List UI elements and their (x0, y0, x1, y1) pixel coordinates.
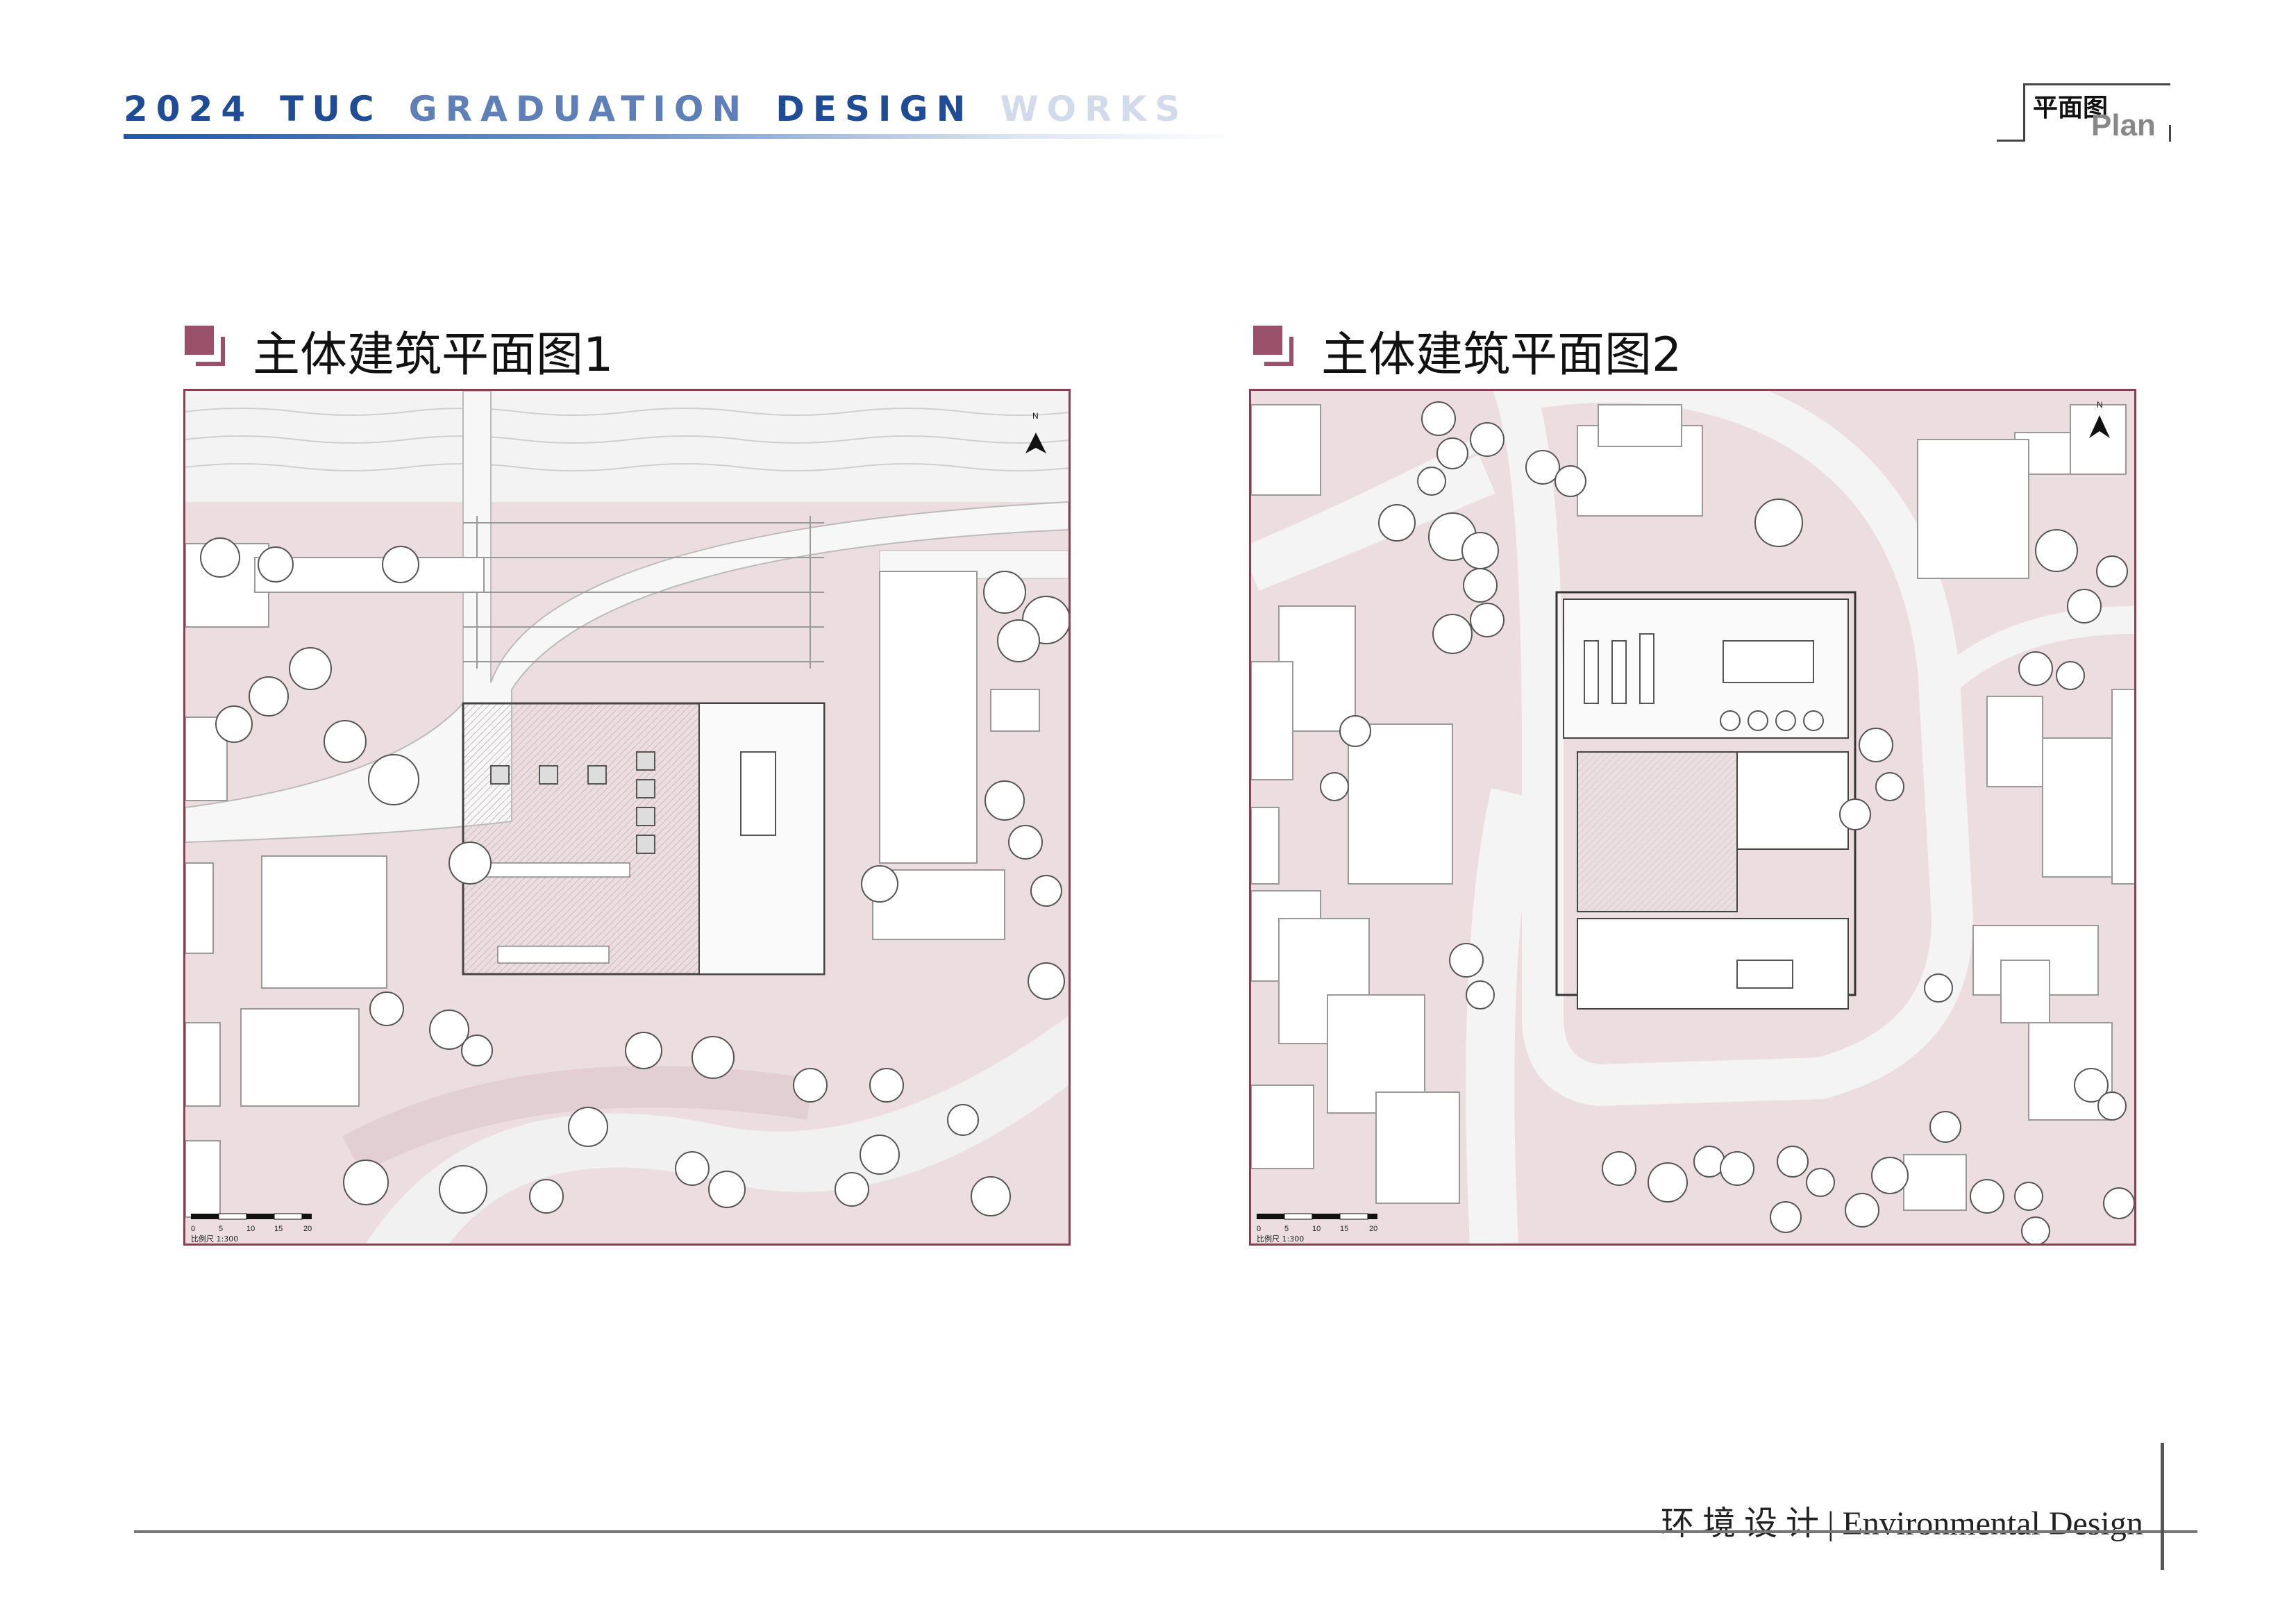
plan-tag-line (2169, 125, 2171, 142)
header-word-graduation: GRADUATION (408, 89, 750, 129)
scale-tick: 20 (1369, 1225, 1377, 1233)
header-word-design: DESIGN (776, 89, 974, 129)
site-plan-1-drawing: N 0 5 10 15 20 比例尺 1:300 (185, 391, 1069, 1244)
footer-vertical-rule (2161, 1443, 2164, 1570)
scale-tick: 10 (1312, 1225, 1321, 1233)
plan-tag-line (1997, 140, 2025, 142)
header-word-year: 2024 (124, 89, 254, 129)
scale-tick: 10 (246, 1225, 255, 1233)
square-bullet-icon (185, 326, 225, 366)
section-title: 主体建筑平面图2 (1321, 328, 1682, 383)
pool (740, 751, 776, 836)
road (1466, 788, 1539, 1244)
scale-caption: 比例尺 1:300 (1257, 1234, 1304, 1244)
plan-tag-en: Plan (2091, 108, 2156, 142)
counter (476, 862, 630, 878)
service-rooms (1736, 751, 1849, 850)
square-bullet-icon (1253, 326, 1293, 366)
plan-tag-line (2023, 83, 2025, 142)
water-area (185, 391, 1069, 502)
plan-tag: 平面图 Plan (1997, 83, 2171, 142)
header-word-works: WORKS (1000, 89, 1189, 129)
lower-hall (1577, 918, 1849, 1010)
scale-bar (191, 1213, 312, 1220)
scale-tick: 5 (219, 1225, 223, 1233)
footer-label: 环 境 设 计 | Environmental Design (1661, 1505, 2143, 1542)
bench (497, 946, 610, 964)
building-wing (698, 703, 825, 975)
site-plan-2: N 0 5 10 15 20 比例尺 1:300 (1249, 389, 2136, 1246)
scale-bar (1257, 1213, 1377, 1220)
site-plan-2-drawing: N 0 5 10 15 20 比例尺 1:300 (1251, 391, 2134, 1244)
site-plan-1: N 0 5 10 15 20 比例尺 1:300 (183, 389, 1071, 1246)
scale-tick: 20 (303, 1225, 312, 1233)
plan-tag-line (2023, 83, 2170, 85)
footer-rule (134, 1530, 2197, 1533)
scale-tick: 5 (1284, 1225, 1289, 1233)
scale-tick: 15 (1340, 1225, 1348, 1233)
north-label: N (1032, 411, 1039, 421)
header-gradient-rule (124, 134, 1241, 139)
north-label: N (2097, 400, 2103, 410)
header-title: 2024 TUC GRADUATION DESIGN WORKS (124, 89, 1214, 129)
courtyard (1577, 751, 1738, 912)
scale-caption: 比例尺 1:300 (191, 1234, 238, 1244)
scale-tick: 0 (191, 1225, 195, 1233)
scale-tick: 0 (1257, 1225, 1261, 1233)
section-title: 主体建筑平面图1 (253, 328, 614, 383)
header-word-tuc: TUC (280, 89, 383, 129)
scale-tick: 15 (274, 1225, 283, 1233)
